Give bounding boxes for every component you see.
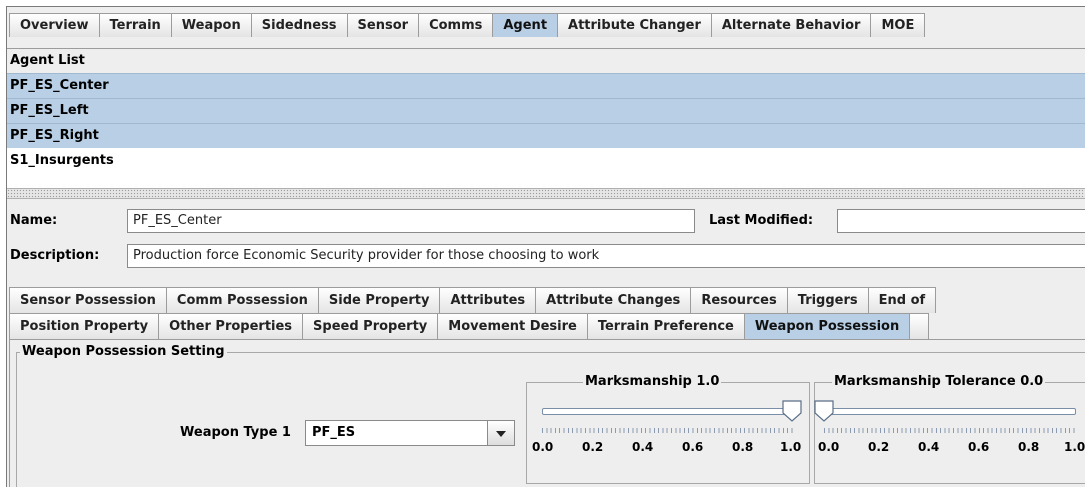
sub-tab-bar-row2: Position Property Other Properties Speed… [9,313,930,339]
tab-attribute-changer[interactable]: Attribute Changer [557,13,712,37]
marksmanship-slider-thumb[interactable] [782,400,802,422]
weapon-type-select[interactable]: PF_ES [305,420,515,446]
tab-alternate-behavior[interactable]: Alternate Behavior [710,13,872,37]
tab-weapon-possession[interactable]: Weapon Possession [743,313,911,339]
tab-movement-desire[interactable]: Movement Desire [437,313,588,339]
split-pane-divider[interactable] [7,188,1085,199]
scale-label: 0.6 [968,440,990,454]
marksmanship-group [526,382,810,484]
tab-speed-property[interactable]: Speed Property [302,313,439,339]
tab-agent[interactable]: Agent [492,13,559,37]
scale-label: 0.8 [1018,440,1040,454]
agent-list-item[interactable]: PF_ES_Left [7,98,1085,123]
tab-comms[interactable]: Comms [418,13,494,37]
tab-comm-possession[interactable]: Comm Possession [165,287,319,313]
tab-other-properties[interactable]: Other Properties [158,313,304,339]
tab-side-property[interactable]: Side Property [317,287,441,313]
tab-overflow[interactable] [909,313,930,339]
scale-label: 1.0 [1064,440,1085,454]
tab-position-property[interactable]: Position Property [9,313,160,339]
chevron-down-icon[interactable] [487,421,514,445]
tolerance-title: Marksmanship Tolerance 0.0 [832,374,1046,389]
agent-list-item[interactable]: S1_Insurgents [7,148,1085,173]
tab-sidedness[interactable]: Sidedness [250,13,348,37]
tab-triggers[interactable]: Triggers [786,287,869,313]
tab-resources[interactable]: Resources [690,287,788,313]
scale-label: 0.8 [732,440,754,454]
sub-tab-bar-row1: Sensor Possession Comm Possession Side P… [9,287,937,313]
name-field[interactable]: PF_ES_Center [127,209,695,233]
agent-list-header: Agent List [7,49,1085,73]
marksmanship-track [542,408,794,415]
tolerance-track [824,408,1076,415]
last-modified-label: Last Modified: [709,213,814,228]
tab-moe[interactable]: MOE [870,13,926,37]
last-modified-field[interactable] [837,209,1085,233]
weapon-possession-panel: Weapon Possession Setting Weapon Type 1 … [9,339,1085,487]
marksmanship-title: Marksmanship 1.0 [583,374,722,389]
main-tab-bar: Overview Terrain Weapon Sidedness Sensor… [9,13,926,38]
scale-label: 0.2 [582,440,604,454]
scale-label: 0.4 [632,440,654,454]
scale-label: 0.4 [918,440,940,454]
tab-sensor[interactable]: Sensor [346,13,420,37]
description-label: Description: [10,248,100,263]
tab-overview[interactable]: Overview [9,13,100,37]
agent-list-item[interactable]: PF_ES_Center [7,73,1085,98]
tab-attributes[interactable]: Attributes [439,287,537,313]
scale-label: 0.0 [818,440,840,454]
weapon-possession-group-title: Weapon Possession Setting [20,344,227,359]
tab-end-of[interactable]: End of [867,287,937,313]
tab-terrain-preference[interactable]: Terrain Preference [586,313,745,339]
scale-label: 1.0 [780,440,802,454]
agent-list-item[interactable]: PF_ES_Right [7,123,1085,148]
tab-sensor-possession[interactable]: Sensor Possession [9,287,167,313]
weapon-type-value: PF_ES [312,425,356,440]
description-field[interactable]: Production force Economic Security provi… [127,244,1085,268]
weapon-type-label: Weapon Type 1 [180,425,291,440]
tab-attribute-changes[interactable]: Attribute Changes [535,287,692,313]
scale-label: 0.0 [532,440,554,454]
tolerance-group [814,382,1085,484]
tab-terrain[interactable]: Terrain [98,13,172,37]
app-frame: Overview Terrain Weapon Sidedness Sensor… [6,6,1085,487]
name-label: Name: [10,213,58,228]
marksmanship-ticks [542,428,794,433]
scale-label: 0.2 [868,440,890,454]
tolerance-slider-thumb[interactable] [814,400,834,422]
tab-weapon[interactable]: Weapon [170,13,252,37]
tolerance-ticks [824,428,1076,433]
agent-list: Agent List PF_ES_Center PF_ES_Left PF_ES… [7,48,1085,189]
scale-label: 0.6 [682,440,704,454]
